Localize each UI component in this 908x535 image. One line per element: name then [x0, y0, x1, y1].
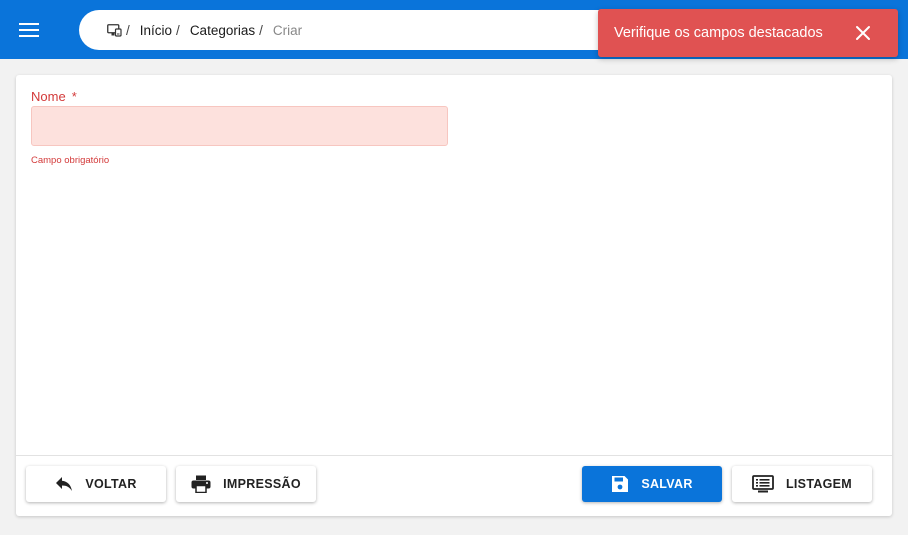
save-button-label: SALVAR [641, 477, 693, 491]
menu-icon [19, 23, 39, 37]
breadcrumb: / Início / Categorias / Criar [79, 10, 639, 50]
back-button[interactable]: VOLTAR [26, 466, 166, 502]
breadcrumb-separator: / [176, 22, 180, 38]
app-home-icon[interactable] [107, 23, 122, 37]
name-field-error: Campo obrigatório [31, 155, 110, 166]
breadcrumb-separator: / [259, 22, 263, 38]
required-marker: * [71, 89, 77, 104]
save-icon [612, 476, 629, 492]
printer-icon [191, 475, 211, 493]
name-label-text: Nome [31, 89, 66, 104]
breadcrumb-separator: / [126, 22, 130, 38]
breadcrumb-item-inicio[interactable]: Início [140, 23, 172, 38]
list-icon [752, 475, 774, 493]
error-toast: Verifique os campos destacados [598, 9, 898, 57]
breadcrumb-item-criar: Criar [272, 22, 303, 38]
save-button[interactable]: SALVAR [582, 466, 722, 502]
menu-button[interactable] [14, 17, 44, 43]
reply-icon [56, 477, 73, 491]
print-button[interactable]: IMPRESSÃO [176, 466, 316, 502]
print-button-label: IMPRESSÃO [223, 477, 301, 491]
toast-message: Verifique os campos destacados [614, 25, 823, 41]
footer-divider [16, 455, 892, 456]
name-input[interactable] [31, 106, 448, 146]
back-button-label: VOLTAR [85, 477, 137, 491]
list-button[interactable]: LISTAGEM [732, 466, 872, 502]
name-field-label: Nome * [31, 89, 77, 104]
form-card: Nome * Campo obrigatório VOLTAR IMPRESSÃO… [16, 75, 892, 516]
toast-close-button[interactable] [854, 24, 872, 42]
breadcrumb-item-categorias[interactable]: Categorias [190, 23, 255, 38]
list-button-label: LISTAGEM [785, 477, 853, 491]
close-icon [856, 26, 870, 40]
